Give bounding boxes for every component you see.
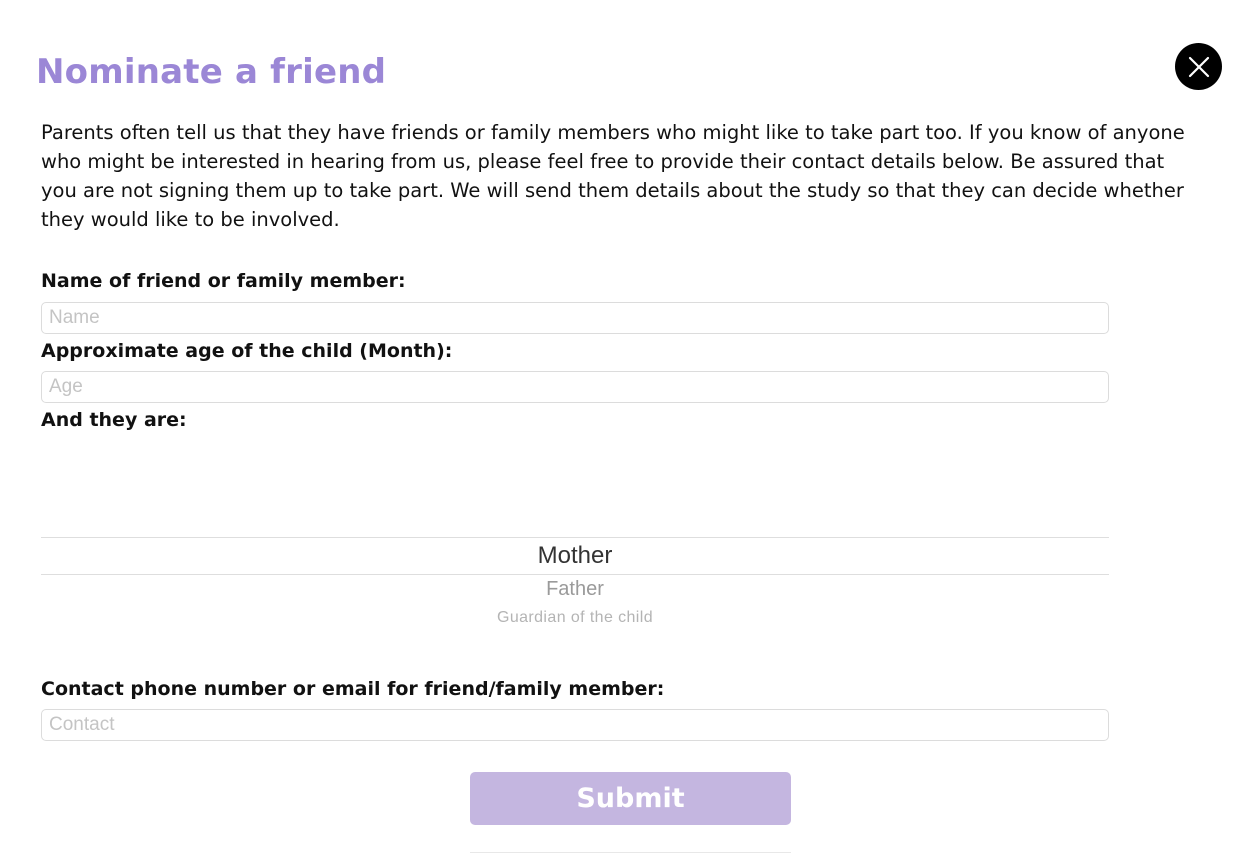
picker-selection-top-line — [41, 537, 1109, 538]
relation-picker[interactable]: Mother Father Guardian of the child — [41, 440, 1109, 650]
relation-label: And they are: — [41, 409, 187, 431]
intro-text: Parents often tell us that they have fri… — [41, 121, 1185, 231]
picker-selection-bottom-line — [41, 574, 1109, 575]
divider — [470, 852, 791, 853]
close-icon — [1188, 56, 1209, 77]
close-button[interactable] — [1175, 43, 1222, 90]
age-input[interactable] — [41, 371, 1109, 403]
age-label: Approximate age of the child (Month): — [41, 340, 453, 362]
contact-label: Contact phone number or email for friend… — [41, 678, 665, 700]
nominate-friend-dialog: Nominate a friend Parents often tell us … — [0, 0, 1256, 854]
picker-option-mother[interactable]: Mother — [41, 542, 1109, 570]
contact-input[interactable] — [41, 709, 1109, 741]
name-label: Name of friend or family member: — [41, 270, 406, 292]
picker-option-guardian[interactable]: Guardian of the child — [41, 609, 1109, 627]
page-title: Nominate a friend — [36, 52, 387, 92]
name-input[interactable] — [41, 302, 1109, 334]
picker-option-father[interactable]: Father — [41, 578, 1109, 601]
submit-button[interactable]: Submit — [470, 772, 791, 825]
